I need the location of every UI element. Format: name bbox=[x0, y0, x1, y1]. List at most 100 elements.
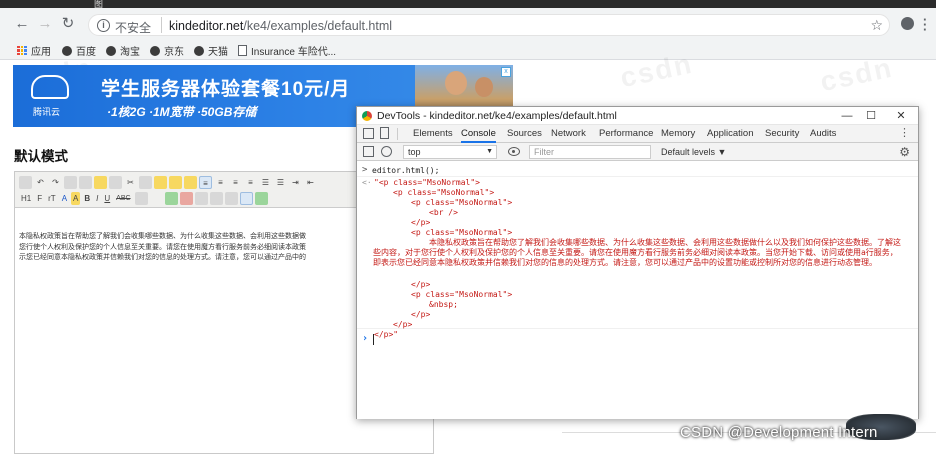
globe-icon bbox=[62, 45, 72, 56]
tab-memory[interactable]: Memory bbox=[661, 125, 695, 143]
attachment-icon[interactable] bbox=[224, 192, 238, 205]
image-icon[interactable] bbox=[164, 192, 178, 205]
font-size-button[interactable]: rT bbox=[46, 192, 58, 205]
underline-button[interactable]: U bbox=[102, 192, 112, 205]
tab-security[interactable]: Security bbox=[765, 125, 799, 143]
result-line: "<p class="MsoNormal"> bbox=[374, 178, 480, 187]
tab-performance[interactable]: Performance bbox=[599, 125, 653, 143]
window-top-strip: 图 bbox=[0, 0, 936, 9]
info-icon[interactable]: i bbox=[97, 19, 110, 32]
bookmark-insurance[interactable]: Insurance 车险代... bbox=[238, 43, 336, 58]
flash-icon[interactable] bbox=[194, 192, 208, 205]
insecure-label[interactable]: 不安全 bbox=[115, 19, 151, 36]
outdent-icon[interactable]: ⇤ bbox=[304, 176, 317, 189]
banner-title: 学生服务器体验套餐10元/月 bbox=[101, 79, 351, 100]
result-line: </p> bbox=[411, 310, 431, 319]
align-center-icon[interactable]: ≡ bbox=[214, 176, 227, 189]
tab-elements[interactable]: Elements bbox=[413, 125, 453, 143]
highlight-button[interactable]: A bbox=[71, 192, 81, 205]
code-icon[interactable] bbox=[109, 176, 122, 189]
align-right-icon[interactable]: ≡ bbox=[229, 176, 242, 189]
result-line: </p> bbox=[393, 320, 413, 329]
tab-audits[interactable]: Audits bbox=[810, 125, 836, 143]
emoticon-icon[interactable] bbox=[270, 192, 283, 205]
url-divider bbox=[161, 17, 162, 33]
chevron-down-icon: ▼ bbox=[486, 148, 493, 155]
filter-input[interactable]: Filter bbox=[529, 145, 651, 159]
bookmark-label: 应用 bbox=[31, 47, 51, 58]
clear-console-icon[interactable] bbox=[381, 146, 392, 157]
unordered-list-icon[interactable]: ☰ bbox=[274, 176, 287, 189]
url-path: /ke4/examples/default.html bbox=[243, 19, 393, 33]
template-icon[interactable] bbox=[94, 176, 107, 189]
hr-icon[interactable] bbox=[254, 192, 268, 205]
bookmark-label: 京东 bbox=[164, 47, 184, 58]
back-arrow-icon[interactable]: ← bbox=[14, 16, 30, 32]
url-text[interactable]: kindeditor.net/ke4/examples/default.html bbox=[169, 19, 392, 33]
bookmark-tmall[interactable]: 天猫 bbox=[194, 43, 228, 58]
profile-icon[interactable] bbox=[901, 17, 914, 30]
maximize-icon[interactable]: ☐ bbox=[863, 108, 879, 124]
gear-icon[interactable]: ⚙ bbox=[899, 145, 910, 159]
ordered-list-icon[interactable]: ☰ bbox=[259, 176, 272, 189]
heading-button[interactable]: H1 bbox=[19, 192, 33, 205]
cut-icon[interactable]: ✂ bbox=[124, 176, 137, 189]
justify-icon[interactable]: ≡ bbox=[244, 176, 257, 189]
sidebar-toggle-icon[interactable] bbox=[363, 146, 374, 157]
font-family-button[interactable]: F bbox=[35, 192, 44, 205]
multi-image-icon[interactable] bbox=[179, 192, 193, 205]
font-color-button[interactable]: A bbox=[60, 192, 69, 205]
live-expression-eye-icon[interactable] bbox=[508, 147, 520, 156]
copy-icon[interactable] bbox=[139, 176, 152, 189]
bookmark-taobao[interactable]: 淘宝 bbox=[106, 43, 140, 58]
paste-word-icon[interactable] bbox=[184, 176, 197, 189]
bookmark-apps[interactable]: 应用 bbox=[17, 43, 51, 58]
result-line: <p class="MsoNormal"> bbox=[411, 228, 513, 237]
result-line: <p class="MsoNormal"> bbox=[411, 290, 513, 299]
tab-network[interactable]: Network bbox=[551, 125, 586, 143]
strikethrough-button[interactable]: ABC bbox=[114, 192, 132, 205]
chrome-menu-icon[interactable]: · · · bbox=[923, 13, 927, 36]
toolbar-divider bbox=[397, 128, 398, 140]
address-bar[interactable]: i 不安全 kindeditor.net/ke4/examples/defaul… bbox=[88, 14, 890, 36]
screenshot-root: { "browser": { "title_fragment": "图", "i… bbox=[0, 0, 936, 454]
tab-application[interactable]: Application bbox=[707, 125, 753, 143]
inspect-element-icon[interactable] bbox=[363, 128, 374, 139]
context-select[interactable]: top ▼ bbox=[403, 145, 497, 159]
print-icon[interactable] bbox=[79, 176, 92, 189]
remove-format-icon[interactable] bbox=[134, 192, 148, 205]
chrome-logo-icon bbox=[362, 111, 372, 121]
table-icon[interactable] bbox=[239, 192, 253, 205]
forward-arrow-icon[interactable]: → bbox=[37, 16, 53, 32]
paste-icon[interactable] bbox=[154, 176, 167, 189]
align-left-icon[interactable]: ≡ bbox=[199, 176, 212, 189]
ad-close-icon[interactable]: x bbox=[501, 67, 511, 77]
url-host: kindeditor.net bbox=[169, 19, 244, 33]
bookmark-star-icon[interactable]: ☆ bbox=[870, 17, 883, 34]
context-value: top bbox=[408, 147, 421, 157]
console-panel[interactable]: > editor.html(); <· "<p class="MsoNormal… bbox=[357, 161, 918, 419]
console-prompt[interactable]: › bbox=[357, 333, 918, 347]
devtools-menu-icon[interactable]: ⋮ bbox=[899, 126, 910, 139]
close-icon[interactable]: ✕ bbox=[893, 108, 909, 124]
bold-button[interactable]: B bbox=[82, 192, 92, 205]
indent-icon[interactable]: ⇥ bbox=[289, 176, 302, 189]
log-levels-dropdown[interactable]: Default levels ▼ bbox=[661, 145, 726, 159]
devtools-window: DevTools - kindeditor.net/ke4/examples/d… bbox=[356, 106, 919, 419]
source-icon[interactable] bbox=[19, 176, 32, 189]
bookmark-jd[interactable]: 京东 bbox=[150, 43, 184, 58]
result-line: </p> bbox=[411, 280, 431, 289]
quick-format-icon[interactable] bbox=[150, 192, 163, 205]
tab-sources[interactable]: Sources bbox=[507, 125, 542, 143]
tab-console[interactable]: Console bbox=[461, 125, 496, 143]
reload-icon[interactable]: ↻ bbox=[60, 16, 76, 32]
italic-button[interactable]: I bbox=[94, 192, 100, 205]
paste-plain-icon[interactable] bbox=[169, 176, 182, 189]
media-icon[interactable] bbox=[209, 192, 223, 205]
device-toolbar-icon[interactable] bbox=[380, 127, 389, 139]
preview-icon[interactable] bbox=[64, 176, 77, 189]
undo-icon[interactable]: ↶ bbox=[34, 176, 47, 189]
minimize-icon[interactable]: — bbox=[839, 108, 855, 124]
redo-icon[interactable]: ↷ bbox=[49, 176, 62, 189]
console-result[interactable]: <· "<p class="MsoNormal"> <p class="MsoN… bbox=[357, 177, 918, 339]
